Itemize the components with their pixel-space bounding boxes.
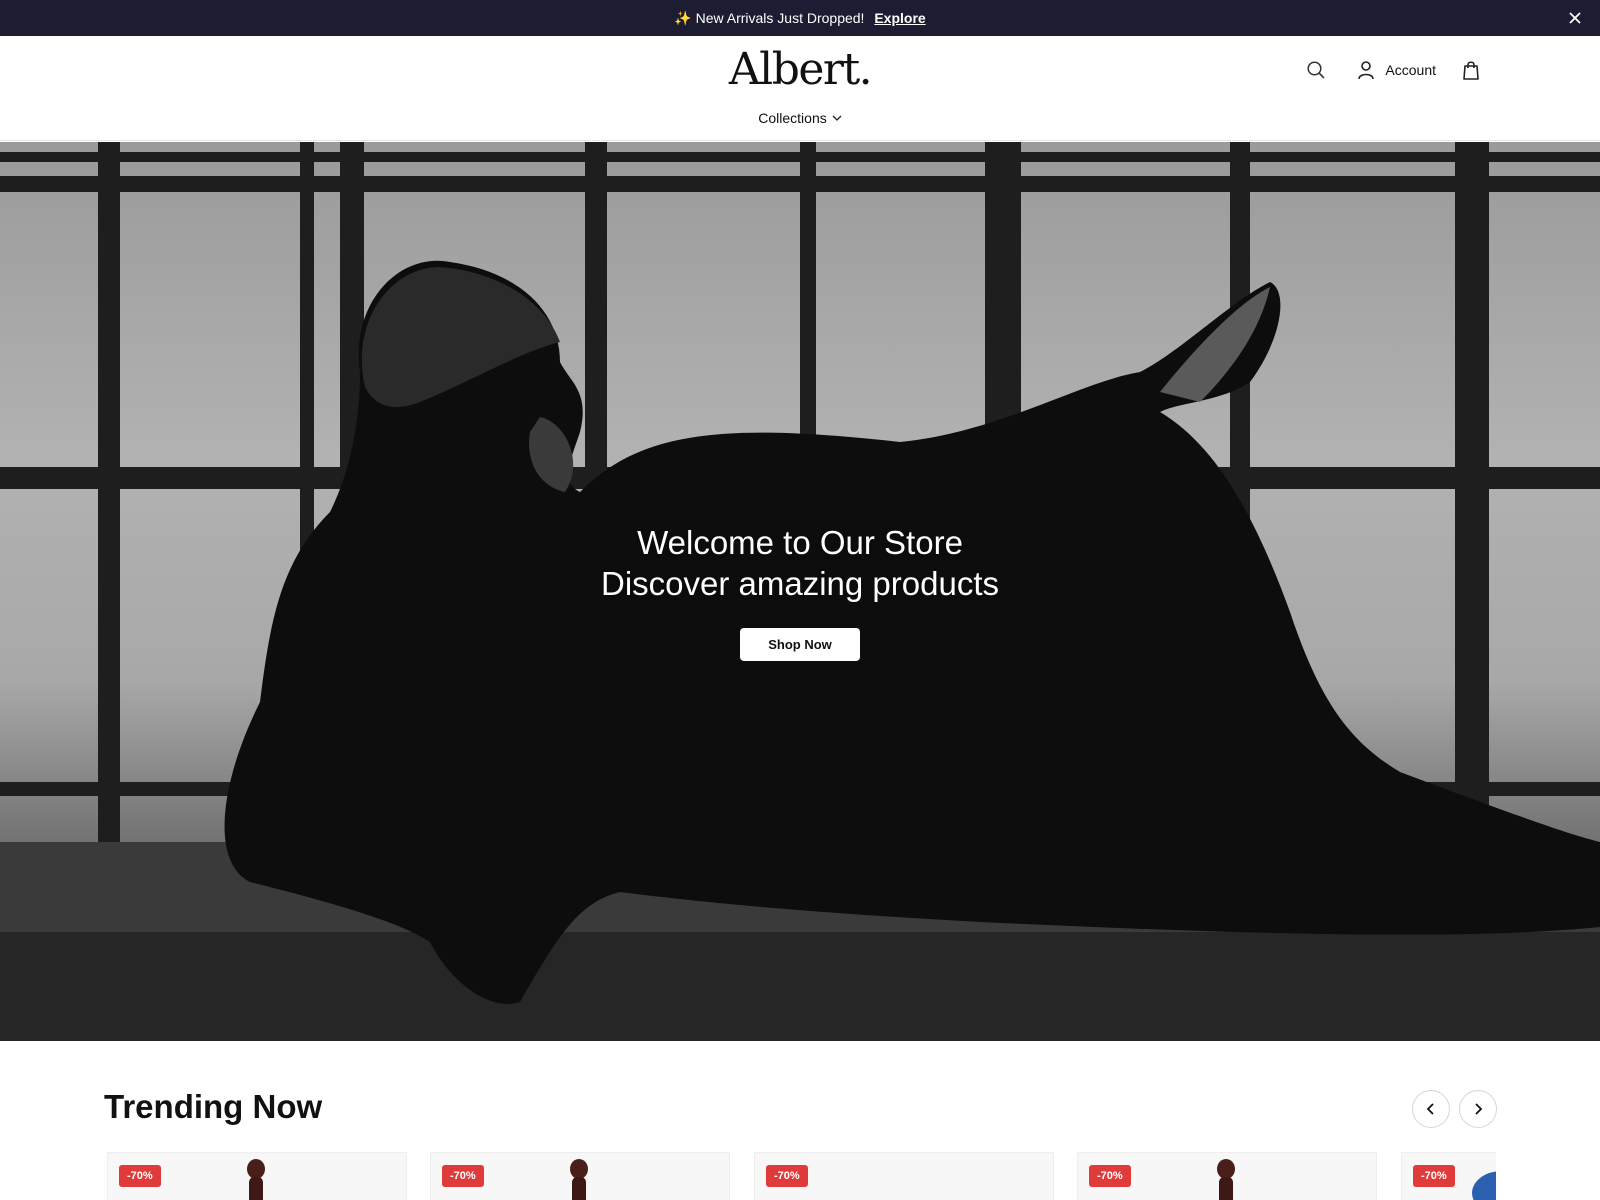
chevron-down-icon: [832, 115, 842, 121]
announcement-message: ✨ New Arrivals Just Dropped! Explore: [0, 10, 1600, 27]
explore-link[interactable]: Explore: [874, 10, 925, 26]
section-title: Trending Now: [104, 1088, 323, 1125]
hero-heading: Welcome to Our Store Discover amazing pr…: [0, 522, 1600, 604]
announcement-bar: ✨ New Arrivals Just Dropped! Explore: [0, 0, 1600, 36]
close-icon[interactable]: [1566, 9, 1584, 27]
account-label: Account: [1385, 62, 1436, 78]
hero-line-2: Discover amazing products: [601, 565, 999, 602]
product-card[interactable]: -70%: [430, 1152, 730, 1200]
carousel-prev-button[interactable]: [1412, 1090, 1450, 1128]
main-nav: Collections: [0, 110, 1600, 126]
shopping-bag-icon[interactable]: [1460, 59, 1482, 81]
user-icon: [1355, 59, 1377, 81]
chevron-left-icon: [1426, 1103, 1434, 1115]
product-card[interactable]: -70%: [107, 1152, 407, 1200]
site-header: Albert. Account Collections: [0, 36, 1600, 141]
product-image: [1217, 1159, 1235, 1200]
discount-badge: -70%: [119, 1165, 161, 1187]
announcement-text: ✨ New Arrivals Just Dropped!: [674, 10, 865, 26]
discount-badge: -70%: [442, 1165, 484, 1187]
carousel-next-button[interactable]: [1459, 1090, 1497, 1128]
hero-banner: Welcome to Our Store Discover amazing pr…: [0, 142, 1600, 1041]
product-image: [247, 1159, 265, 1200]
product-card[interactable]: -70%: [754, 1152, 1054, 1200]
discount-badge: -70%: [1413, 1165, 1455, 1187]
nav-item-collections[interactable]: Collections: [758, 110, 842, 126]
discount-badge: -70%: [1089, 1165, 1131, 1187]
shop-now-button[interactable]: Shop Now: [740, 628, 860, 661]
product-image: [1472, 1171, 1496, 1200]
header-actions: Account: [1305, 56, 1482, 84]
collections-label: Collections: [758, 110, 827, 126]
product-carousel: -70% -70% -70% -70% -70%: [107, 1152, 1496, 1200]
account-link[interactable]: Account: [1355, 59, 1436, 81]
chevron-right-icon: [1475, 1103, 1483, 1115]
search-icon[interactable]: [1305, 59, 1327, 81]
discount-badge: -70%: [766, 1165, 808, 1187]
product-card[interactable]: -70%: [1077, 1152, 1377, 1200]
hero-line-1: Welcome to Our Store: [637, 524, 963, 561]
product-card[interactable]: -70%: [1401, 1152, 1496, 1200]
product-image: [570, 1159, 588, 1200]
